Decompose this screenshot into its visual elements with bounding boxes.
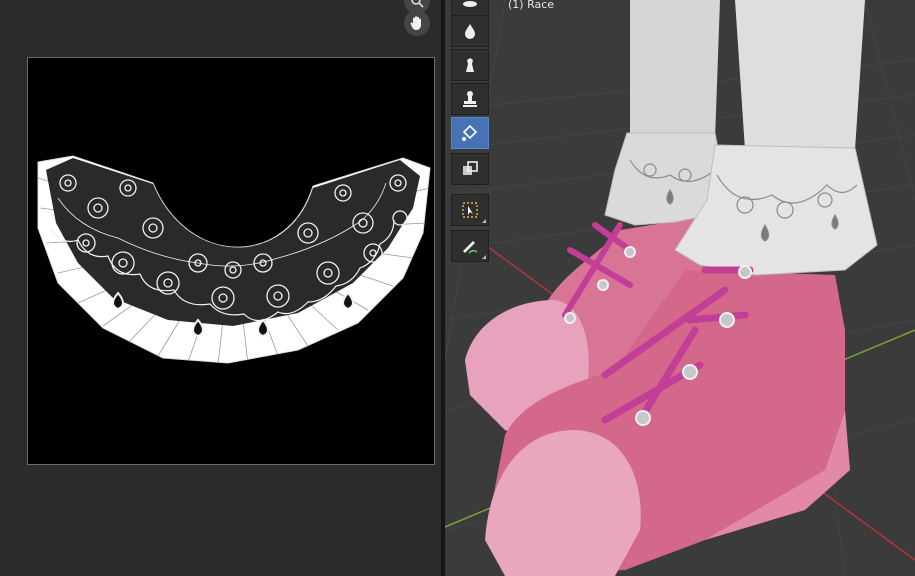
stamp-icon	[463, 91, 477, 107]
pencil-annotate-icon	[463, 241, 478, 254]
tool-mask[interactable]	[451, 153, 489, 185]
tool-select-box[interactable]	[451, 194, 489, 226]
right-leg	[735, 0, 865, 150]
lace-collar-texture	[37, 155, 431, 364]
smudge-icon	[466, 58, 474, 72]
more-options-icon	[482, 219, 486, 223]
more-options-icon	[482, 255, 486, 259]
pan-button[interactable]	[404, 10, 430, 36]
smear-icon	[463, 1, 477, 7]
viewport-scene	[445, 0, 915, 576]
active-object-label: (1) Race	[508, 0, 555, 11]
3d-viewport[interactable]	[445, 0, 915, 576]
tool-smudge[interactable]	[451, 49, 489, 81]
mask-icon	[463, 161, 478, 175]
tool-smear[interactable]	[451, 0, 489, 16]
tool-annotate[interactable]	[451, 230, 489, 262]
tool-clone[interactable]	[451, 83, 489, 115]
uv-texture-image[interactable]	[27, 57, 435, 465]
image-editor-panel	[0, 0, 441, 576]
tool-soften[interactable]	[451, 15, 489, 47]
zoom-icon	[411, 0, 424, 8]
tool-fill[interactable]	[451, 117, 489, 149]
hand-icon	[410, 16, 421, 30]
fill-bucket-icon	[462, 124, 478, 141]
left-leg	[630, 0, 720, 140]
select-box-icon	[462, 202, 478, 218]
drop-icon	[465, 24, 475, 39]
